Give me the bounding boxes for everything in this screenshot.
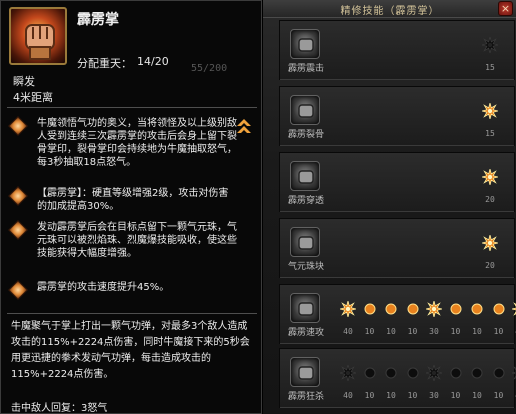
skill-name: 霹雳穿透 <box>287 196 324 206</box>
skill-row: 气元珠块 20 <box>279 218 515 278</box>
star-node-icon[interactable] <box>426 301 442 317</box>
diamond-bullet-icon <box>8 280 28 300</box>
skill-name: 霹雳震击 <box>287 64 324 74</box>
skill-description: 牛魔聚气于掌上打出一颗气功弹，对最多3个敌人造成攻击的115%+2224点伤害，… <box>11 321 250 380</box>
skill-row: 霹雳狂杀 40 10 10 10 30 10 10 10 40 <box>279 348 516 408</box>
close-button[interactable]: × <box>498 1 513 16</box>
dot-node-icon[interactable] <box>469 301 485 317</box>
star-node-icon[interactable] <box>482 169 498 185</box>
dot-node-icon[interactable] <box>469 365 485 381</box>
node-cost: 15 <box>485 129 495 138</box>
diamond-bullet-icon <box>8 220 28 240</box>
node-cost: 40 <box>510 327 516 336</box>
node-cost: 30 <box>429 327 439 336</box>
star-node-icon[interactable] <box>426 365 442 381</box>
skill-name: 霹雳速攻 <box>287 328 324 338</box>
node-cost: 40 <box>343 391 353 400</box>
skill-name: 霹雳裂骨 <box>287 130 324 140</box>
dot-node-icon[interactable] <box>383 301 399 317</box>
node-cost: 10 <box>493 391 504 400</box>
refinement-skill-panel: 精修技能（霹雳掌） × 霹雳震击 15 霹雳裂骨 15 霹雳穿透 20 气元珠块 20 霹雳速攻… <box>262 0 516 414</box>
star-node-icon[interactable] <box>482 235 498 251</box>
star-node-icon[interactable] <box>512 301 516 317</box>
dot-node-icon[interactable] <box>383 365 399 381</box>
node-cost: 10 <box>407 391 418 400</box>
node-cost: 40 <box>343 327 353 336</box>
points-value: 14/20 <box>137 55 169 68</box>
node-cost: 10 <box>472 327 482 336</box>
divider <box>7 313 257 314</box>
background-counter: 55/200 <box>191 63 228 74</box>
node-cost: 10 <box>407 327 418 336</box>
node-cost: 10 <box>493 327 504 336</box>
star-node-icon[interactable] <box>482 103 498 119</box>
dot-node-icon[interactable] <box>448 301 464 317</box>
skill-title: 霹雳掌 <box>77 12 119 28</box>
fist-icon <box>9 7 67 65</box>
skill-row: 霹雳裂骨 15 <box>279 86 515 146</box>
node-cost: 10 <box>450 327 461 336</box>
skill-fist-icon[interactable] <box>290 161 320 191</box>
skill-fist-icon[interactable] <box>290 95 320 125</box>
skill-fist-icon[interactable] <box>290 293 320 323</box>
node-cost: 40 <box>510 391 516 400</box>
node-cost: 10 <box>364 327 375 336</box>
dot-node-icon[interactable] <box>405 365 421 381</box>
node-cost: 15 <box>485 63 495 72</box>
node-cost: 10 <box>364 391 375 400</box>
dot-node-icon[interactable] <box>362 365 378 381</box>
skill-tooltip: 霹雳掌 55/200 分配重天： 14/20 瞬发 4米距离 牛魔领悟气功的奥义… <box>0 0 262 414</box>
node-cost: 10 <box>386 327 396 336</box>
effect-text: 牛魔领悟气功的奥义，当将领怪及以上级别敌人受到连续三次霹雳掌的攻击后会身上留下裂… <box>37 118 237 168</box>
skill-name: 气元珠块 <box>287 262 324 272</box>
panel-header: 精修技能（霹雳掌） × <box>263 0 516 18</box>
divider <box>7 107 257 108</box>
effect-text: 发动霹雳掌后会在目标点留下一颗气元珠，气元珠可以被烈焰珠、烈魔爆技能吸收，使这些… <box>37 222 237 259</box>
skill-row: 霹雳震击 15 <box>279 20 515 80</box>
dot-node-icon[interactable] <box>448 365 464 381</box>
star-node-icon[interactable] <box>482 37 498 53</box>
dot-node-icon[interactable] <box>491 365 507 381</box>
rage-recovery-note: 击中敌人回复：3怒气 <box>11 403 108 414</box>
dot-node-icon[interactable] <box>362 301 378 317</box>
diamond-bullet-icon <box>8 116 28 136</box>
effect-text: 霹雳掌的攻击速度提升45%。 <box>37 282 170 293</box>
diamond-bullet-icon <box>8 186 28 206</box>
star-node-icon[interactable] <box>512 365 516 381</box>
dot-node-icon[interactable] <box>491 301 507 317</box>
effect-text: 【霹雳掌】：硬直等级增强2级，攻击对伤害的加成提高30%。 <box>37 188 229 212</box>
upgrade-arrow-icon <box>237 119 251 133</box>
cast-range: 4米距离 <box>13 91 53 104</box>
node-cost: 10 <box>450 391 461 400</box>
star-node-icon[interactable] <box>340 301 356 317</box>
node-cost: 10 <box>472 391 482 400</box>
cast-type: 瞬发 <box>13 75 35 88</box>
dot-node-icon[interactable] <box>405 301 421 317</box>
skill-row: 霹雳穿透 20 <box>279 152 515 212</box>
panel-title: 精修技能（霹雳掌） <box>340 6 440 17</box>
points-label: 分配重天： <box>77 57 132 70</box>
skill-name: 霹雳狂杀 <box>287 392 324 402</box>
skill-row: 霹雳速攻 40 10 10 10 30 10 10 10 40 <box>279 284 516 344</box>
node-cost: 30 <box>429 391 439 400</box>
skill-fist-icon[interactable] <box>290 227 320 257</box>
node-cost: 20 <box>485 195 495 204</box>
skill-fist-icon[interactable] <box>290 357 320 387</box>
star-node-icon[interactable] <box>340 365 356 381</box>
skill-fist-icon[interactable] <box>290 29 320 59</box>
node-cost: 10 <box>386 391 396 400</box>
node-cost: 20 <box>485 261 495 270</box>
